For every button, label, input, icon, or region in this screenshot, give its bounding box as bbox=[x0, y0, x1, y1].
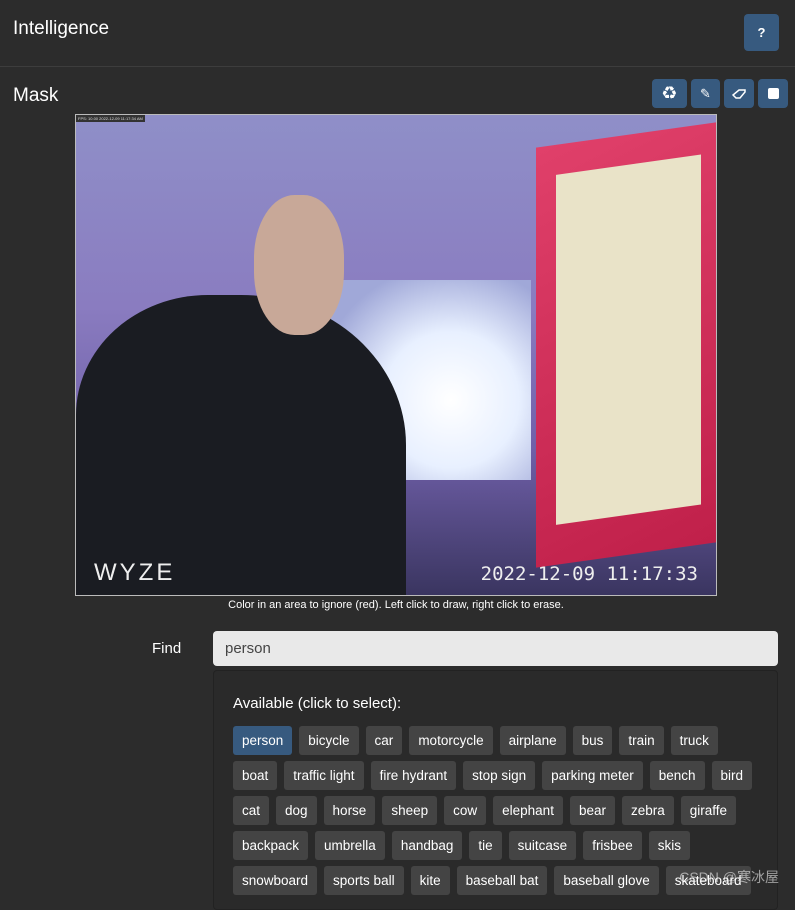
tag-baseball-glove[interactable]: baseball glove bbox=[554, 866, 659, 895]
mask-title: Mask bbox=[13, 85, 59, 106]
tag-motorcycle[interactable]: motorcycle bbox=[409, 726, 493, 755]
tag-umbrella[interactable]: umbrella bbox=[315, 831, 385, 860]
tag-handbag[interactable]: handbag bbox=[391, 831, 463, 860]
eraser-icon bbox=[732, 88, 746, 99]
find-label: Find bbox=[152, 640, 182, 657]
watermark: CSDN @寒冰屋 bbox=[679, 869, 779, 885]
help-button[interactable]: ? bbox=[744, 14, 779, 51]
camera-mask-canvas[interactable]: FPS: 10.00 2022-12-09 11:17:34 AM WYZE 2… bbox=[75, 114, 717, 596]
tag-car[interactable]: car bbox=[365, 726, 403, 755]
monitor bbox=[536, 122, 716, 568]
tag-cow[interactable]: cow bbox=[444, 796, 487, 825]
tag-traffic-light[interactable]: traffic light bbox=[284, 761, 364, 790]
tag-fire-hydrant[interactable]: fire hydrant bbox=[370, 761, 457, 790]
tag-snowboard[interactable]: snowboard bbox=[233, 866, 318, 895]
tag-person[interactable]: person bbox=[233, 726, 293, 755]
tag-elephant[interactable]: elephant bbox=[493, 796, 563, 825]
mask-toolbar: ♻ ✎ bbox=[652, 79, 788, 108]
tag-sheep[interactable]: sheep bbox=[382, 796, 438, 825]
tag-bus[interactable]: bus bbox=[572, 726, 613, 755]
tag-bear[interactable]: bear bbox=[569, 796, 615, 825]
wyze-logo: WYZE bbox=[94, 559, 176, 586]
tag-backpack[interactable]: backpack bbox=[233, 831, 309, 860]
erase-button[interactable] bbox=[724, 79, 754, 108]
fill-button[interactable] bbox=[758, 79, 788, 108]
tag-horse[interactable]: horse bbox=[323, 796, 376, 825]
tag-train[interactable]: train bbox=[619, 726, 664, 755]
tag-suitcase[interactable]: suitcase bbox=[508, 831, 577, 860]
tag-giraffe[interactable]: giraffe bbox=[680, 796, 737, 825]
pencil-icon: ✎ bbox=[700, 85, 711, 101]
tag-dog[interactable]: dog bbox=[276, 796, 317, 825]
tag-baseball-bat[interactable]: baseball bat bbox=[456, 866, 548, 895]
tag-parking-meter[interactable]: parking meter bbox=[542, 761, 643, 790]
tag-cat[interactable]: cat bbox=[233, 796, 270, 825]
tag-zebra[interactable]: zebra bbox=[621, 796, 674, 825]
page-title: Intelligence bbox=[13, 18, 110, 39]
tag-stop-sign[interactable]: stop sign bbox=[463, 761, 536, 790]
mask-hint: Color in an area to ignore (red). Left c… bbox=[228, 599, 564, 611]
header: Intelligence ? bbox=[0, 0, 795, 67]
tag-airplane[interactable]: airplane bbox=[499, 726, 566, 755]
find-input[interactable] bbox=[213, 631, 778, 666]
fps-overlay: FPS: 10.00 2022-12-09 11:17:34 AM bbox=[76, 115, 145, 122]
person-body bbox=[76, 295, 406, 595]
square-icon bbox=[767, 88, 779, 99]
tag-bird[interactable]: bird bbox=[711, 761, 753, 790]
tag-skis[interactable]: skis bbox=[648, 831, 690, 860]
camera-timestamp: 2022-12-09 11:17:33 bbox=[480, 563, 698, 585]
available-label: Available (click to select): bbox=[233, 695, 402, 712]
recycle-icon: ♻ bbox=[661, 83, 678, 103]
person-head bbox=[254, 195, 344, 335]
tag-frisbee[interactable]: frisbee bbox=[583, 831, 642, 860]
tag-boat[interactable]: boat bbox=[233, 761, 278, 790]
tag-bicycle[interactable]: bicycle bbox=[299, 726, 359, 755]
tag-bench[interactable]: bench bbox=[649, 761, 705, 790]
tag-truck[interactable]: truck bbox=[670, 726, 718, 755]
tag-kite[interactable]: kite bbox=[410, 866, 450, 895]
tag-tie[interactable]: tie bbox=[469, 831, 502, 860]
reset-mask-button[interactable]: ♻ bbox=[652, 79, 687, 108]
draw-button[interactable]: ✎ bbox=[691, 79, 720, 108]
tag-sports-ball[interactable]: sports ball bbox=[324, 866, 404, 895]
